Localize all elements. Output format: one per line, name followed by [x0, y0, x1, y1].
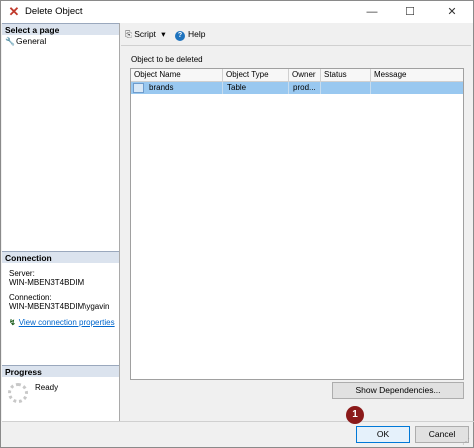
window-title: Delete Object: [25, 6, 83, 17]
footer-divider: [2, 421, 474, 422]
script-icon: ⎘: [125, 29, 132, 39]
column-header-message[interactable]: Message: [371, 69, 463, 81]
script-button[interactable]: ⎘ Script ▾: [125, 28, 166, 40]
connection-value: WIN-MBEN3T4BDIM\ygavin: [9, 302, 110, 311]
red-x-icon: ✕: [8, 4, 20, 19]
page-item-label: General: [16, 36, 47, 46]
column-header-owner[interactable]: Owner: [289, 69, 321, 81]
objects-grid[interactable]: Object Name Object Type Owner Status Mes…: [130, 68, 464, 380]
maximize-button[interactable]: ☐: [395, 1, 425, 23]
column-header-object-name[interactable]: Object Name: [131, 69, 223, 81]
wrench-icon: 🔧: [5, 37, 15, 46]
progress-header: Progress: [2, 365, 119, 377]
title-bar[interactable]: ✕ Delete Object — ☐ ✕: [1, 1, 473, 23]
view-connection-properties-link[interactable]: View connection properties: [19, 318, 115, 327]
group-label: Object to be deleted: [131, 55, 203, 64]
row-selector[interactable]: [133, 83, 144, 93]
grid-header: Object Name Object Type Owner Status Mes…: [131, 69, 463, 82]
help-label: Help: [188, 29, 206, 39]
step-badge: 1: [346, 406, 364, 424]
minimize-button[interactable]: —: [357, 1, 387, 23]
cell-message: [371, 82, 463, 94]
server-label: Server:: [9, 269, 35, 278]
cell-object-type: Table: [223, 82, 289, 94]
help-button[interactable]: ? Help: [175, 28, 205, 41]
progress-status: Ready: [35, 383, 59, 392]
column-header-object-type[interactable]: Object Type: [223, 69, 289, 81]
progress-spinner-icon: [8, 383, 28, 403]
select-page-header: Select a page: [2, 23, 119, 35]
column-header-status[interactable]: Status: [321, 69, 371, 81]
server-value: WIN-MBEN3T4BDIM: [9, 278, 85, 287]
connection-header: Connection: [2, 251, 119, 263]
cell-object-name: brands: [145, 82, 223, 94]
delete-object-dialog: ✕ Delete Object — ☐ ✕ Select a page 🔧Gen…: [0, 0, 474, 448]
connection-label: Connection:: [9, 293, 52, 302]
help-icon: ?: [175, 31, 185, 41]
cell-status: [321, 82, 371, 94]
script-label: Script: [134, 29, 156, 39]
view-connection-row: ↯ View connection properties: [9, 318, 115, 327]
page-item-general[interactable]: 🔧General: [5, 36, 46, 47]
ok-button[interactable]: OK: [356, 426, 410, 443]
chevron-down-icon: ▾: [161, 29, 166, 39]
close-button[interactable]: ✕: [437, 1, 467, 23]
show-dependencies-button[interactable]: Show Dependencies...: [332, 382, 464, 399]
connection-properties-icon: ↯: [9, 318, 16, 327]
cancel-button[interactable]: Cancel: [415, 426, 469, 443]
left-pane: Select a page 🔧General Connection Server…: [2, 23, 120, 421]
toolbar-divider: [121, 45, 471, 46]
toolbar: ⎘ Script ▾ ? Help: [121, 26, 471, 46]
resize-grip-icon[interactable]: ⋰: [462, 437, 470, 446]
cell-owner: prod...: [289, 82, 321, 94]
table-row[interactable]: brands Table prod...: [131, 82, 463, 94]
